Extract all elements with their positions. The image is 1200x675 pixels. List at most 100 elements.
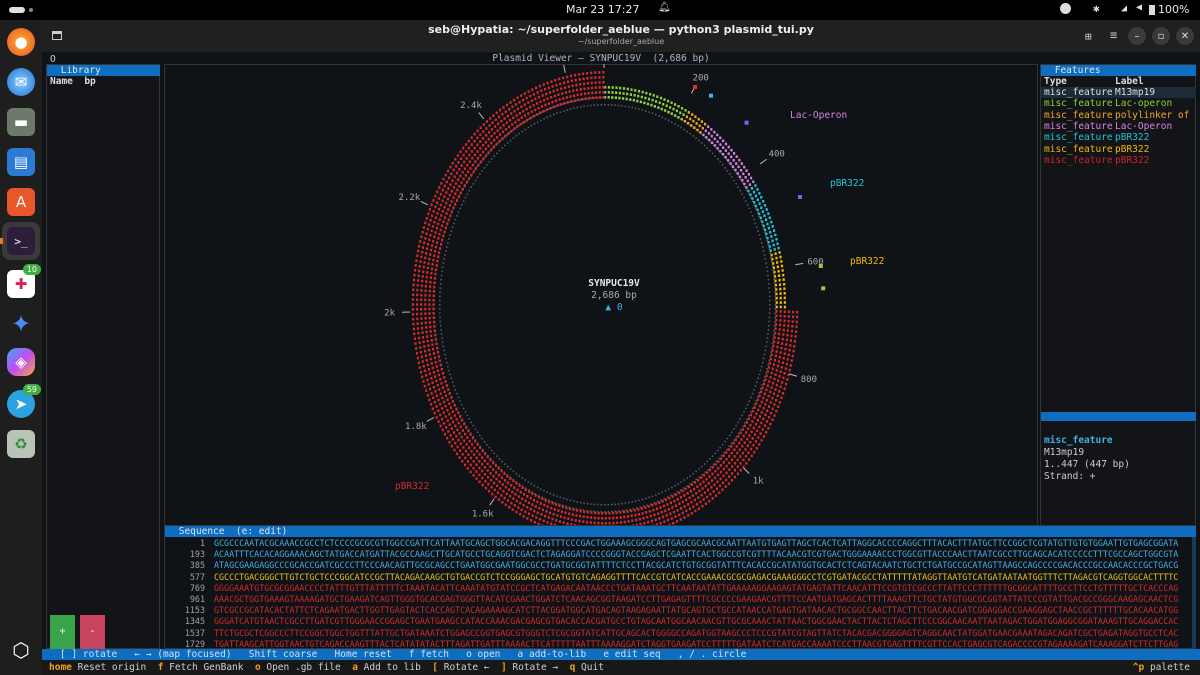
sequence-row[interactable]: ATAGCGAAGAGGCCCGCACCGATCGCCCTTCCCAACAGTT…: [214, 560, 1189, 571]
feature-band-dot: [435, 342, 438, 346]
feature-band-dot: [510, 129, 513, 133]
show-apps-icon[interactable]: ⬡: [7, 636, 35, 664]
feature-band-dot: [646, 515, 649, 519]
app-center-icon[interactable]: A: [7, 188, 35, 216]
feature-band-dot: [534, 505, 537, 508]
feature-type: misc_feature: [1044, 143, 1113, 155]
feature-row[interactable]: misc_feature Lac-operon: [1044, 98, 1194, 109]
feature-band-dot: [412, 293, 415, 296]
backbone-dot: [717, 158, 719, 160]
feature-band-dot: [428, 348, 431, 352]
feature-row[interactable]: misc_feature polylinker of: [1044, 110, 1194, 121]
firefox-icon[interactable]: ●: [7, 28, 35, 56]
feature-band-dot: [771, 382, 775, 385]
feature-band-dot: [459, 442, 462, 446]
features-header[interactable]: Features: [1041, 65, 1196, 76]
sequence-row[interactable]: GGGATCATGTAACTCGCCTTGATCGTTGGGAACCGGAGCT…: [214, 616, 1189, 627]
sequence-row[interactable]: GTCGCCGCATACACTATTCTCAGAATGACTTGGTTGAGTA…: [214, 605, 1189, 616]
feature-band-dot: [782, 273, 785, 277]
feature-row[interactable]: misc_feature pBR322: [1044, 132, 1194, 143]
feature-band-dot: [411, 313, 415, 316]
backbone-dot: [760, 365, 763, 368]
sequence-row[interactable]: GCGCCCAATACGCAAACCGCCTCTCCCCGCGCGTTGGCCG…: [214, 538, 1189, 549]
maximize-button[interactable]: ▫: [1152, 27, 1170, 45]
backbone-dot: [597, 503, 599, 506]
sequence-row[interactable]: GGGGAAATGTGCGCGGAACCCCTATTTGTTTATTTTTCTA…: [214, 583, 1189, 594]
feature-band-dot: [520, 508, 523, 512]
feature-band-dot: [490, 485, 493, 489]
backbone-dot: [439, 291, 441, 293]
feature-band-dot: [776, 364, 779, 368]
library-header[interactable]: Library: [47, 65, 160, 76]
feature-band-dot: [667, 110, 670, 114]
feature-band-dot: [412, 317, 415, 321]
feature-band-dot: [516, 125, 519, 128]
feature-row[interactable]: misc_feature pBR322: [1044, 155, 1194, 166]
menu-icon[interactable]: ≡: [1110, 28, 1117, 42]
battery-icon[interactable]: [1149, 5, 1155, 15]
files-icon[interactable]: ▬: [7, 108, 35, 136]
wifi-icon[interactable]: ◢: [1121, 3, 1127, 14]
feature-band-dot: [703, 473, 706, 477]
sequence-row[interactable]: TTCTGCGCTCGGCCCTTCCGGCTGGCTGGTTTATTGCTGA…: [214, 628, 1189, 639]
terminal-icon[interactable]: >_: [7, 227, 35, 255]
feature-band-dot: [724, 485, 727, 488]
telegram-tray-icon[interactable]: [1060, 3, 1071, 14]
sequence-scrollbar[interactable]: [1192, 537, 1196, 648]
feature-band-dot: [634, 89, 637, 92]
feature-row[interactable]: misc_feature Lac-Operon: [1044, 121, 1194, 132]
feature-band-dot: [469, 463, 472, 467]
minimize-button[interactable]: –: [1128, 27, 1146, 45]
feature-band-dot: [741, 451, 744, 455]
command-palette-hint[interactable]: ^p palette: [1133, 660, 1190, 675]
close-button[interactable]: ✕: [1176, 27, 1194, 45]
features-scrollbar[interactable]: [1041, 412, 1196, 421]
feature-row[interactable]: misc_feature M13mp19: [1041, 87, 1196, 98]
feature-band-dot: [452, 168, 455, 172]
feature-band-dot: [690, 124, 693, 127]
feature-band-dot: [540, 105, 544, 108]
backbone-dot: [676, 491, 679, 493]
feature-band-dot: [645, 511, 648, 514]
feature-band-dot: [687, 514, 690, 517]
feature-band-dot: [707, 482, 710, 485]
gemini-icon[interactable]: ✦: [7, 310, 35, 338]
key-hint-key[interactable]: home: [49, 662, 72, 673]
clock[interactable]: Mar 23 17:27: [566, 3, 639, 16]
remove-plasmid-button[interactable]: -: [80, 615, 105, 649]
volume-icon[interactable]: ◀︎: [1136, 2, 1142, 13]
bell-icon[interactable]: 🔔︎: [658, 2, 671, 13]
feature-row[interactable]: misc_feature pBR322: [1044, 144, 1194, 155]
add-plasmid-button[interactable]: +: [50, 615, 75, 649]
writer-icon[interactable]: ▤: [7, 148, 35, 176]
feature-band-dot: [718, 491, 721, 494]
feature-band-dot: [444, 380, 447, 383]
feature-band-dot: [450, 416, 453, 420]
telegram-icon[interactable]: ➤ 59: [7, 384, 41, 418]
sequence-header[interactable]: Sequence (e: edit): [165, 526, 1196, 537]
activities-button[interactable]: [9, 7, 25, 13]
backbone-dot: [692, 472, 694, 475]
feature-band-dot: [433, 320, 436, 324]
feature-band-dot: [455, 435, 458, 438]
trash-icon[interactable]: ♻: [7, 430, 35, 458]
backbone-dot: [576, 106, 578, 109]
thunderbird-icon[interactable]: ✉: [7, 68, 35, 96]
feature-band-dot: [439, 192, 442, 196]
backbone-dot: [771, 347, 773, 349]
sequence-row[interactable]: CGCCCTGACGGGCTTGTCTGCTCCCGGCATCCGCTTACAG…: [214, 572, 1189, 583]
feature-band-dot: [713, 144, 717, 147]
title-bar[interactable]: seb@Hypatia: ~/superfolder_aeblue — pyth…: [42, 20, 1200, 52]
grid-icon[interactable]: ⊞: [1085, 30, 1092, 43]
feature-band-dot: [758, 192, 761, 195]
feature-band-dot: [758, 394, 761, 398]
feature-band-dot: [736, 172, 739, 175]
slack-icon[interactable]: ✚ 10: [7, 264, 41, 298]
plasmid-map[interactable]: 02004006008001k1.2k1.4k1.6k1.8k2k2.2k2.4…: [164, 64, 1038, 538]
copilot-icon[interactable]: ◈: [7, 348, 35, 376]
sequence-row[interactable]: AAACGCTGGTGAAAGTAAAAGATGCTGAAGATCAGTTGGG…: [214, 594, 1189, 605]
feature-band-dot: [433, 235, 436, 239]
tick-mark: [743, 467, 750, 474]
extension-tray-icon[interactable]: ✱: [1093, 2, 1100, 15]
sequence-row[interactable]: ACAATTTCACACAGGAAACAGCTATGACCATGATTACGCC…: [214, 549, 1189, 560]
